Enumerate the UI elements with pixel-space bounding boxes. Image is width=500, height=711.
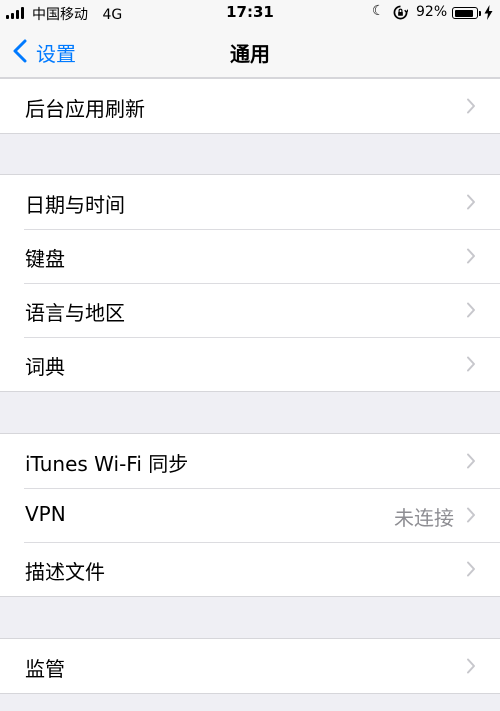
settings-group: 日期与时间 键盘 语言与地区 词典	[0, 174, 500, 392]
battery-icon	[452, 7, 478, 19]
row-supervision[interactable]: 监管	[0, 639, 500, 693]
settings-group: 监管	[0, 638, 500, 694]
chevron-right-icon	[467, 561, 475, 577]
row-date-time[interactable]: 日期与时间	[0, 175, 500, 229]
row-label: 键盘	[25, 247, 65, 271]
row-itunes-wifi-sync[interactable]: iTunes Wi-Fi 同步	[0, 434, 500, 488]
status-bar: 中国移动 4G 17:31 ☾ 92%	[0, 0, 500, 26]
charging-icon	[484, 5, 493, 20]
page-title: 通用	[230, 42, 270, 66]
row-keyboard[interactable]: 键盘	[0, 229, 500, 283]
chevron-right-icon	[467, 507, 475, 523]
row-label: 词典	[25, 355, 65, 379]
row-label: 描述文件	[25, 560, 105, 584]
row-vpn[interactable]: VPN 未连接	[0, 488, 500, 542]
row-label: 日期与时间	[25, 193, 125, 217]
row-label: VPN	[25, 502, 66, 526]
battery-fill	[454, 9, 473, 17]
chevron-right-icon	[467, 248, 475, 264]
vpn-status-value: 未连接	[394, 506, 454, 530]
battery-percent: 92%	[416, 4, 448, 20]
chevron-right-icon	[467, 302, 475, 318]
rotation-lock-icon	[393, 5, 408, 20]
row-label: iTunes Wi-Fi 同步	[25, 452, 189, 476]
chevron-right-icon	[467, 194, 475, 210]
settings-group: iTunes Wi-Fi 同步 VPN 未连接 描述文件	[0, 433, 500, 597]
moon-icon: ☾	[372, 3, 385, 19]
row-profiles[interactable]: 描述文件	[0, 542, 500, 596]
row-language-region[interactable]: 语言与地区	[0, 283, 500, 337]
row-label: 语言与地区	[25, 301, 125, 325]
chevron-right-icon	[467, 356, 475, 372]
row-background-app-refresh[interactable]: 后台应用刷新	[0, 79, 500, 133]
chevron-right-icon	[467, 658, 475, 674]
settings-group: 后台应用刷新	[0, 78, 500, 134]
navigation-bar: 设置 通用	[0, 26, 500, 78]
chevron-right-icon	[467, 453, 475, 469]
chevron-right-icon	[467, 98, 475, 114]
row-label: 后台应用刷新	[25, 97, 145, 121]
row-label: 监管	[25, 657, 65, 681]
battery-cap	[479, 11, 481, 16]
row-dictionary[interactable]: 词典	[0, 337, 500, 391]
